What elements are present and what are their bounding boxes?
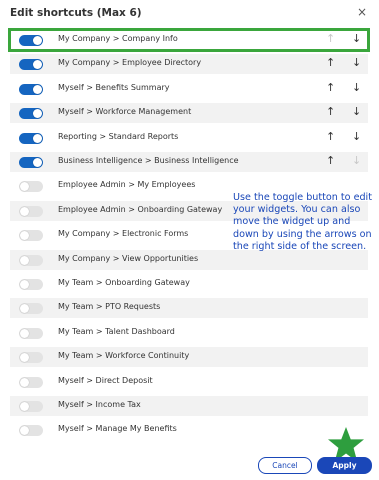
arrow-down-icon[interactable]: ↓ [352,105,361,118]
shortcut-label: Business Intelligence > Business Intelli… [58,156,239,165]
shortcut-label: My Company > Electronic Forms [58,229,189,238]
close-icon[interactable]: × [357,5,367,19]
shortcut-row: My Company > Company Info ↑ ↓ [8,28,370,52]
toggle-knob [20,304,29,313]
shortcut-toggle[interactable] [19,181,43,192]
shortcut-row: Myself > Direct Deposit [10,372,368,392]
toggle-knob [20,231,29,240]
shortcut-row: Myself > Benefits Summary ↑ ↓ [10,79,368,99]
shortcut-row: Reporting > Standard Reports ↑ ↓ [10,128,368,148]
shortcut-label: Myself > Direct Deposit [58,376,153,385]
arrow-down-icon[interactable]: ↓ [352,130,361,143]
toggle-knob [33,134,42,143]
shortcut-label: My Team > Workforce Continuity [58,351,190,360]
arrow-up-icon[interactable]: ↑ [326,81,335,94]
shortcut-row: Myself > Manage My Benefits [10,420,368,440]
toggle-knob [20,256,29,265]
shortcut-label: Employee Admin > My Employees [58,180,196,189]
shortcut-row: My Team > Onboarding Gateway [10,274,368,294]
shortcut-toggle[interactable] [19,328,43,339]
shortcut-label: My Company > Company Info [58,34,178,43]
shortcut-toggle[interactable] [19,303,43,314]
toggle-knob [33,36,42,45]
shortcut-toggle[interactable] [19,230,43,241]
arrow-down-icon[interactable]: ↓ [352,154,361,167]
arrow-up-icon[interactable]: ↑ [326,154,335,167]
toggle-knob [20,426,29,435]
shortcut-label: Reporting > Standard Reports [58,132,179,141]
shortcut-toggle[interactable] [19,35,43,46]
toggle-knob [20,182,29,191]
toggle-knob [20,402,29,411]
shortcut-row: My Team > Talent Dashboard [10,323,368,343]
arrow-up-icon[interactable]: ↑ [326,56,335,69]
toggle-knob [33,60,42,69]
shortcut-toggle[interactable] [19,206,43,217]
toggle-knob [20,280,29,289]
shortcut-row: Myself > Workforce Management ↑ ↓ [10,103,368,123]
arrow-down-icon[interactable]: ↓ [352,32,361,45]
shortcut-row: Myself > Income Tax [10,396,368,416]
instruction-callout: Use the toggle button to edit your widge… [233,192,372,252]
shortcut-toggle[interactable] [19,133,43,144]
shortcut-toggle[interactable] [19,157,43,168]
shortcut-toggle[interactable] [19,279,43,290]
apply-button[interactable]: Apply [317,457,372,474]
shortcut-label: Myself > Benefits Summary [58,83,170,92]
shortcut-toggle[interactable] [19,255,43,266]
arrow-up-icon[interactable]: ↑ [326,105,335,118]
shortcut-toggle[interactable] [19,377,43,388]
shortcut-label: Myself > Manage My Benefits [58,424,177,433]
cancel-button[interactable]: Cancel [258,457,312,474]
shortcut-toggle[interactable] [19,352,43,363]
shortcut-label: My Team > Talent Dashboard [58,327,175,336]
dialog-header: Edit shortcuts (Max 6) × [0,0,379,30]
shortcut-label: My Team > Onboarding Gateway [58,278,190,287]
shortcut-label: Myself > Income Tax [58,400,141,409]
arrow-up-icon[interactable]: ↑ [326,130,335,143]
shortcut-row: Business Intelligence > Business Intelli… [10,152,368,172]
toggle-knob [33,158,42,167]
shortcut-label: My Company > Employee Directory [58,58,202,67]
shortcut-toggle[interactable] [19,59,43,70]
shortcut-label: Employee Admin > Onboarding Gateway [58,205,223,214]
shortcut-label: My Company > View Opportunities [58,254,199,263]
arrow-down-icon[interactable]: ↓ [352,81,361,94]
shortcut-toggle[interactable] [19,425,43,436]
shortcut-toggle[interactable] [19,401,43,412]
shortcut-row: My Company > Employee Directory ↑ ↓ [10,54,368,74]
shortcut-row: My Team > Workforce Continuity [10,347,368,367]
toggle-knob [33,85,42,94]
toggle-knob [33,109,42,118]
arrow-up-icon[interactable]: ↑ [326,32,335,45]
toggle-knob [20,353,29,362]
dialog-title: Edit shortcuts (Max 6) [10,7,142,19]
arrow-down-icon[interactable]: ↓ [352,56,361,69]
toggle-knob [20,207,29,216]
shortcut-label: My Team > PTO Requests [58,302,161,311]
shortcut-label: Myself > Workforce Management [58,107,192,116]
shortcut-toggle[interactable] [19,84,43,95]
toggle-knob [20,329,29,338]
shortcut-toggle[interactable] [19,108,43,119]
toggle-knob [20,378,29,387]
shortcut-row: My Team > PTO Requests [10,298,368,318]
